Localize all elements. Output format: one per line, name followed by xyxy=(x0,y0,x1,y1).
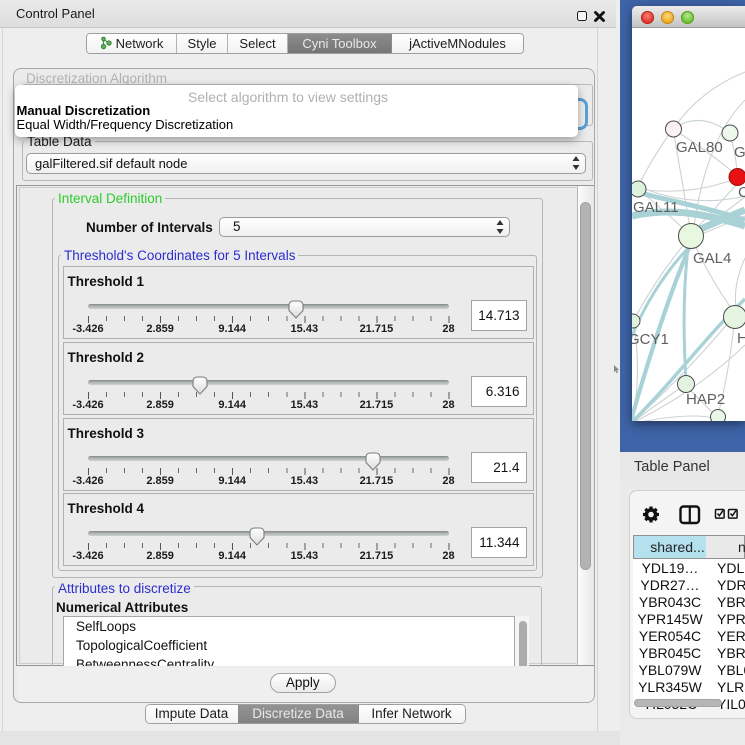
svg-text:GAL11: GAL11 xyxy=(633,199,679,216)
svg-text:GCY1: GCY1 xyxy=(632,331,669,348)
svg-text:HA: HA xyxy=(737,330,745,347)
svg-text:GA: GA xyxy=(734,144,745,161)
svg-text:HAP2: HAP2 xyxy=(686,391,725,408)
svg-text:GAL80: GAL80 xyxy=(676,139,723,156)
svg-text:GAL4: GAL4 xyxy=(693,250,731,267)
svg-text:C: C xyxy=(738,184,745,201)
